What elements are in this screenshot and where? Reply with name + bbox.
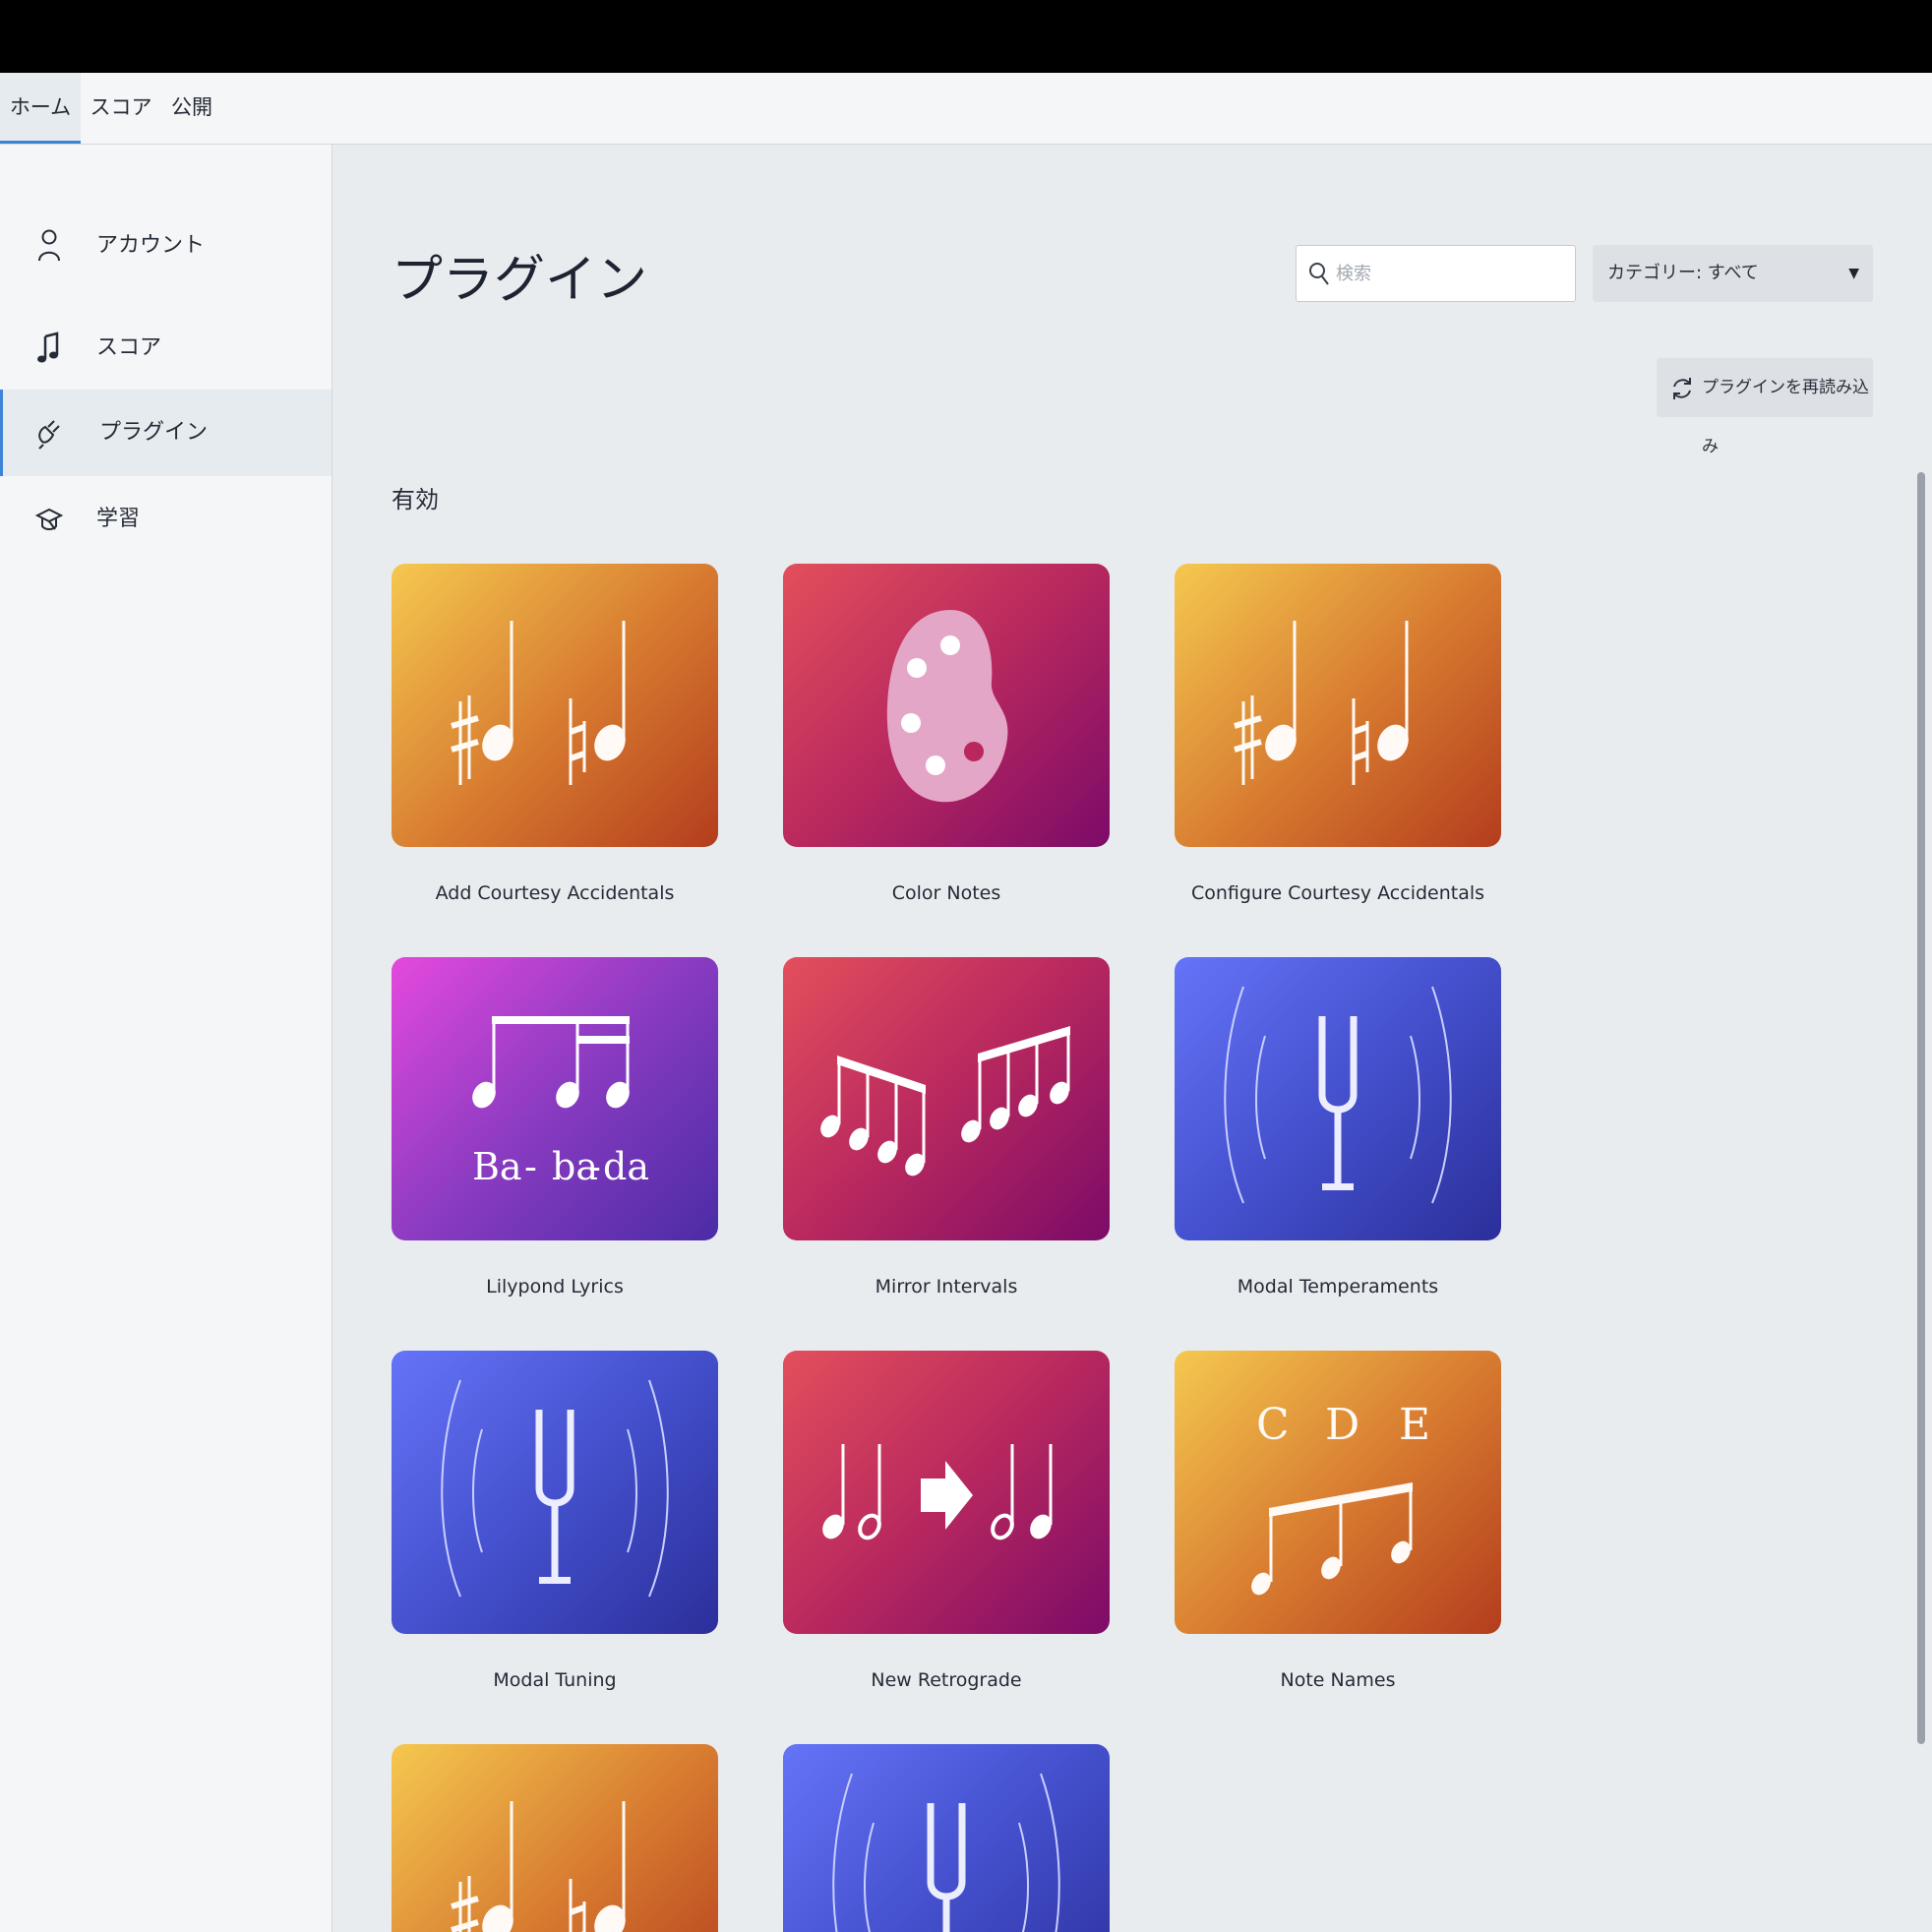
- plugin-card-mirror-intervals[interactable]: Mirror Intervals: [783, 957, 1110, 1298]
- tab-publish[interactable]: 公開: [161, 73, 222, 144]
- lyric-syllable: -: [588, 1145, 601, 1188]
- plugin-card-configure-courtesy-accidentals[interactable]: Configure Courtesy Accidentals: [1175, 564, 1501, 905]
- sidebar: アカウント スコア プラグイン 学習: [0, 145, 332, 1932]
- sidebar-item-account[interactable]: アカウント: [0, 203, 332, 289]
- top-tab-bar: ホーム スコア 公開: [0, 73, 1932, 145]
- tuning-fork-icon: [1175, 957, 1501, 1240]
- vertical-scrollbar[interactable]: [1917, 472, 1925, 1744]
- plugin-name: Modal Temperaments: [1237, 1276, 1439, 1298]
- lyric-syllable: da: [603, 1145, 649, 1188]
- lyrics-icon: Ba - ba - da: [392, 957, 718, 1240]
- plugin-name: Note Names: [1280, 1669, 1396, 1691]
- plugin-name: Add Courtesy Accidentals: [435, 882, 675, 904]
- plugin-card-modal-tuning[interactable]: Modal Tuning: [392, 1351, 718, 1692]
- plug-icon: [33, 415, 65, 451]
- accidentals-icon: [392, 1744, 718, 1932]
- chevron-down-icon: ▼: [1848, 266, 1859, 281]
- category-dropdown-label: カテゴリー: すべて: [1607, 263, 1759, 283]
- plugin-name: Modal Tuning: [493, 1669, 617, 1691]
- search-input[interactable]: [1336, 246, 1570, 301]
- accidentals-icon: [1175, 564, 1501, 847]
- refresh-icon: [1673, 378, 1691, 399]
- reload-plugins-label: プラグインを再読み込み: [1702, 378, 1869, 456]
- tuning-fork-icon: [783, 1744, 1110, 1932]
- note-name-label: C: [1256, 1400, 1290, 1450]
- plugin-name: New Retrograde: [871, 1669, 1022, 1691]
- plugin-card-accidentals-partial[interactable]: [392, 1744, 718, 1932]
- plugin-name: Configure Courtesy Accidentals: [1190, 882, 1485, 904]
- plugin-card-modal-temperaments[interactable]: Modal Temperaments: [1175, 957, 1501, 1298]
- reload-plugins-button[interactable]: プラグインを再読み込み: [1657, 358, 1873, 456]
- page-title: プラグイン: [392, 251, 648, 310]
- search-box[interactable]: [1296, 245, 1576, 302]
- tuning-fork-icon: [392, 1351, 718, 1634]
- tab-home[interactable]: ホーム: [0, 73, 81, 144]
- section-title-enabled: 有効: [392, 486, 439, 513]
- account-icon: [33, 228, 65, 264]
- plugin-name: Color Notes: [891, 882, 1001, 904]
- music-note-icon: [33, 331, 65, 366]
- plugin-card-add-courtesy-accidentals[interactable]: Add Courtesy Accidentals: [392, 564, 718, 905]
- search-icon: [1309, 263, 1329, 285]
- sidebar-item-plugins[interactable]: プラグイン: [0, 390, 332, 476]
- plugin-card-tuning-partial[interactable]: [783, 1744, 1110, 1932]
- category-dropdown[interactable]: カテゴリー: すべて ▼: [1593, 245, 1873, 302]
- sidebar-item-label: プラグイン: [99, 420, 209, 445]
- plugin-name: Mirror Intervals: [875, 1276, 1018, 1298]
- sidebar-item-scores[interactable]: スコア: [0, 305, 332, 392]
- plugin-card-new-retrograde[interactable]: New Retrograde: [783, 1351, 1110, 1692]
- plugin-name: Lilypond Lyrics: [486, 1276, 624, 1298]
- sidebar-item-label: アカウント: [96, 233, 206, 258]
- plugin-card-color-notes[interactable]: Color Notes: [783, 564, 1110, 905]
- mirror-notes-icon: [783, 957, 1110, 1240]
- plugin-card-lilypond-lyrics[interactable]: Ba - ba - da Lilypond Lyrics: [392, 957, 718, 1298]
- title-bar: [0, 0, 1932, 73]
- retrograde-icon: [783, 1351, 1110, 1634]
- lyric-syllable: -: [524, 1145, 537, 1188]
- note-name-label: D: [1325, 1400, 1359, 1450]
- sidebar-item-label: スコア: [96, 335, 162, 360]
- plugin-card-note-names[interactable]: C D E Note Names: [1175, 1351, 1501, 1692]
- sidebar-item-label: 学習: [96, 507, 141, 531]
- note-names-icon: C D E: [1175, 1351, 1501, 1634]
- lyric-syllable: Ba: [472, 1145, 522, 1188]
- palette-icon: [783, 564, 1110, 847]
- accidentals-icon: [392, 564, 718, 847]
- sidebar-item-learn[interactable]: 学習: [0, 476, 332, 563]
- tab-scores[interactable]: スコア: [81, 73, 161, 144]
- note-name-label: E: [1399, 1400, 1430, 1450]
- learn-icon: [33, 502, 65, 537]
